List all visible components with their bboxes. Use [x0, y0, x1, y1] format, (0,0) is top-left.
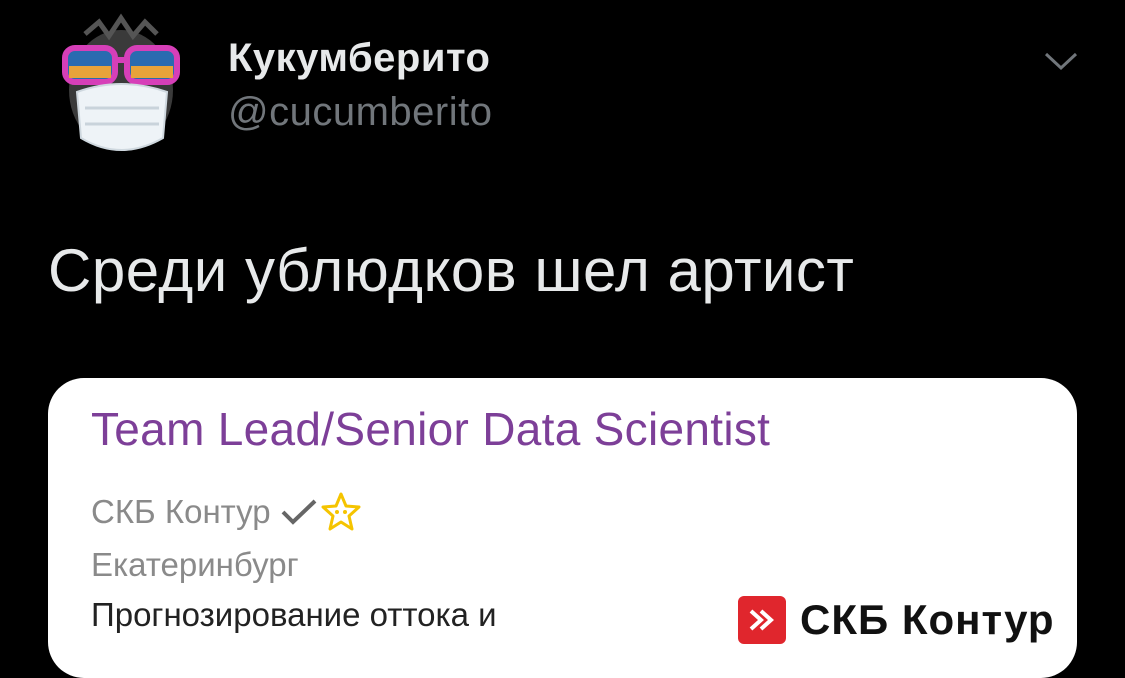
avatar[interactable] [55, 12, 191, 160]
tweet-text: Среди ублюдков шел артист [48, 237, 855, 304]
company-row: СКБ Контур [91, 490, 363, 534]
job-card[interactable]: Team Lead/Senior Data Scientist СКБ Конт… [48, 378, 1077, 678]
logo-mark-icon [738, 596, 786, 644]
star-icon [321, 492, 361, 531]
job-description: Прогнозирование оттока и [91, 596, 497, 633]
company-name: СКБ Контур [91, 493, 271, 530]
job-title[interactable]: Team Lead/Senior Data Scientist [91, 402, 770, 456]
author-display-name[interactable]: Кукумберито [228, 36, 490, 81]
company-logo: СКБ Контур [738, 596, 1055, 644]
checkmark-icon [281, 499, 317, 525]
chevron-down-icon[interactable] [1040, 46, 1082, 76]
logo-text: СКБ Контур [800, 596, 1055, 643]
author-handle[interactable]: @cucumberito [228, 90, 492, 135]
job-city: Екатеринбург [91, 546, 299, 583]
